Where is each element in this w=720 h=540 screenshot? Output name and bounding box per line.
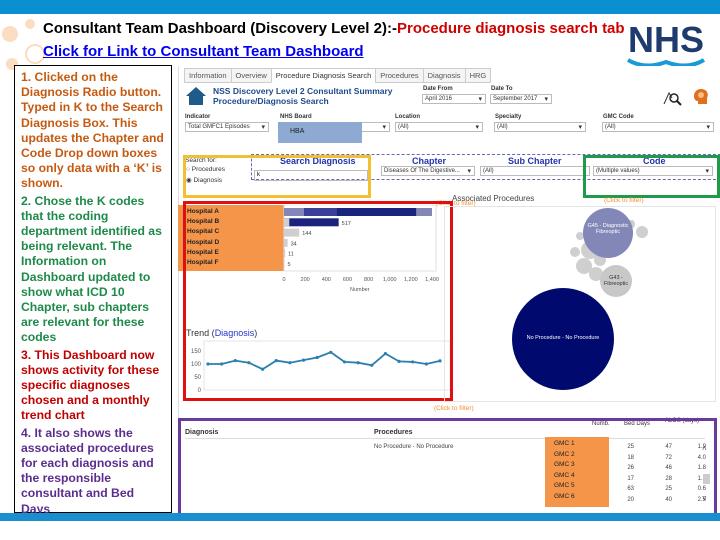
tab-procedures[interactable]: Procedures <box>375 68 424 83</box>
chapter-dropdown[interactable]: Diseases Of The Digestive... <box>381 166 475 176</box>
note-3: 3. This Dashboard now shows activity for… <box>21 347 160 423</box>
slide-title: Consultant Team Dashboard (Discovery Lev… <box>43 20 625 37</box>
date-to-label: Date To <box>491 86 513 92</box>
indicator-dropdown[interactable]: Total GMFC1 Episodes <box>185 122 269 132</box>
highlight-code-box <box>583 155 720 198</box>
dashboard-link[interactable]: Click for Link to Consultant Team Dashbo… <box>43 43 364 60</box>
note-4: 4. It also shows the associated procedur… <box>21 425 154 516</box>
dashboard-tabs: Information Overview Procedure Diagnosis… <box>184 68 492 83</box>
gmc-code-label: GMC Code <box>603 114 634 120</box>
note-2: 2. Chose the K codes that the coding dep… <box>21 193 162 345</box>
date-to-dropdown[interactable]: September 2017 <box>490 94 552 104</box>
specialty-dropdown[interactable]: (All) <box>494 122 586 132</box>
tab-diagnosis[interactable]: Diagnosis <box>422 68 466 83</box>
top-banner <box>0 0 720 14</box>
highlight-search-box <box>183 155 371 198</box>
bubble-g45[interactable]: G45 - Diagnostic Fibreoptic <box>583 208 633 258</box>
click-to-filter-3[interactable]: (Click to filter) <box>604 197 644 204</box>
header-title: NSS Discovery Level 2 Consultant Summary <box>213 86 393 96</box>
dashboard-header: NSS Discovery Level 2 Consultant Summary… <box>213 86 393 106</box>
search-zoom-icon[interactable] <box>662 88 682 106</box>
header-subtitle: Procedure/Diagnosis Search <box>213 96 329 106</box>
help-head-icon[interactable] <box>692 88 710 106</box>
location-dropdown[interactable]: (All) <box>395 122 483 132</box>
note-1: 1. Clicked on the Diagnosis Radio button… <box>21 70 164 191</box>
svg-text:NHS: NHS <box>628 20 704 60</box>
location-label: Location <box>395 114 420 120</box>
bubble-g43[interactable]: G43 - Fibreoptic <box>600 265 632 297</box>
highlight-activity-box <box>183 201 453 401</box>
tab-procedure-diagnosis-search[interactable]: Procedure Diagnosis Search <box>270 68 377 83</box>
gmc-code-dropdown[interactable]: (All) <box>602 122 714 132</box>
indicator-label: Indicator <box>185 114 211 120</box>
date-from-dropdown[interactable]: April 2016 <box>422 94 486 104</box>
title-highlight: Procedure diagnosis search tab <box>396 20 625 37</box>
sub-chapter-label: Sub Chapter <box>508 156 562 166</box>
nhs-board-mask: HBA <box>278 122 362 143</box>
nhs-logo: NHS <box>626 20 706 68</box>
bottom-banner <box>0 513 720 521</box>
home-icon[interactable] <box>185 86 207 106</box>
nhs-board-label: NHS Board <box>280 114 312 120</box>
click-to-filter-2[interactable]: (Click to filter) <box>434 405 474 412</box>
associated-procedures-title: Associated Procedures <box>452 194 535 203</box>
tab-overview[interactable]: Overview <box>230 68 272 83</box>
date-from-label: Date From <box>423 86 453 92</box>
tab-information[interactable]: Information <box>184 68 232 83</box>
tab-hrg[interactable]: HRG <box>464 68 492 83</box>
sub-chapter-dropdown[interactable]: (All) <box>480 166 590 176</box>
specialty-label: Specialty <box>495 114 522 120</box>
notes-textbox: 1. Clicked on the Diagnosis Radio button… <box>14 65 172 516</box>
chapter-label: Chapter <box>412 156 447 166</box>
title-main: Consultant Team Dashboard (Discovery Lev… <box>43 20 397 37</box>
bubble-no-procedure[interactable]: No Procedure - No Procedure <box>512 288 614 390</box>
highlight-table-box <box>178 418 717 520</box>
